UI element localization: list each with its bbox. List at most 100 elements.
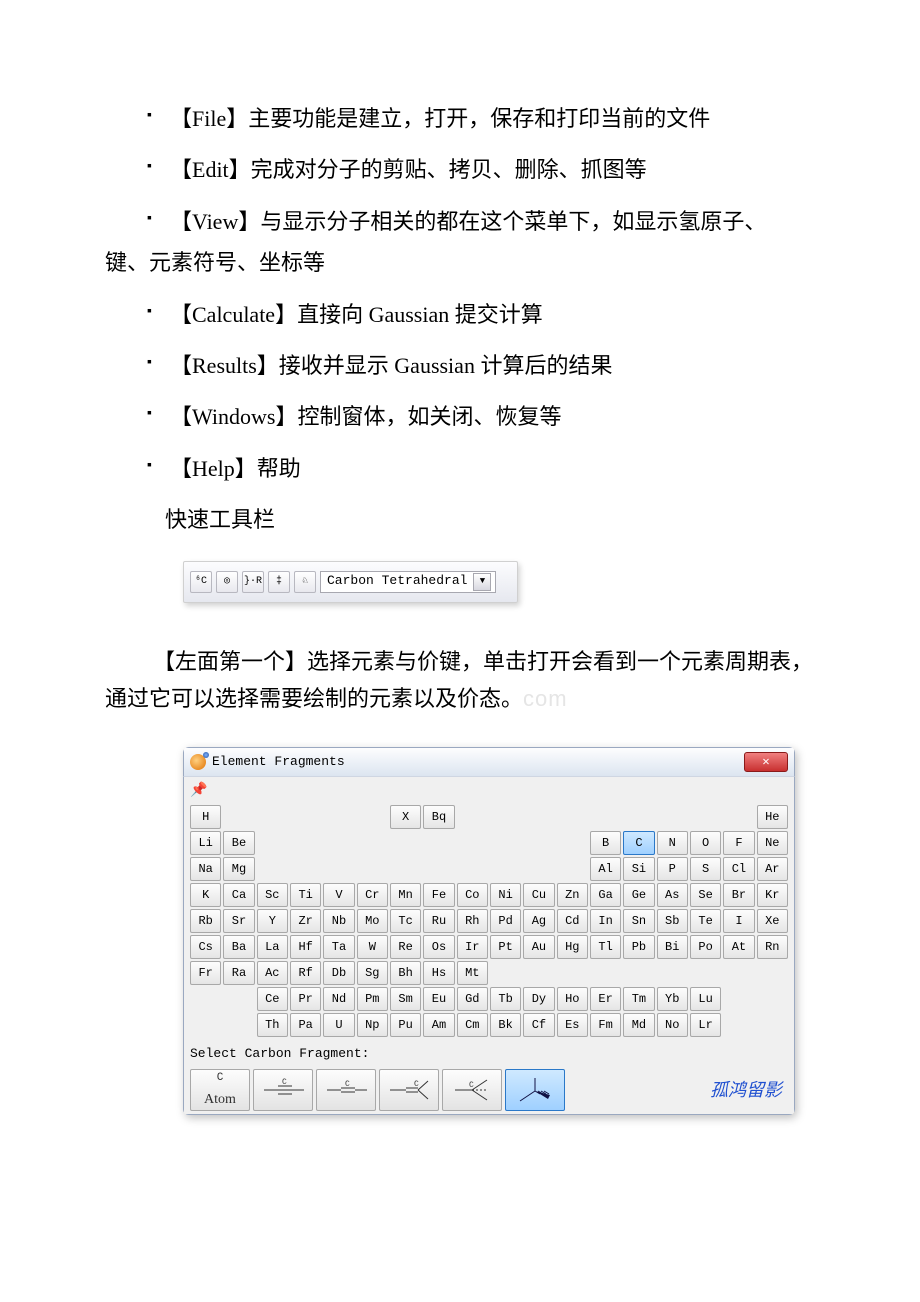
element-V[interactable]: V <box>323 883 354 907</box>
pin-icon[interactable]: 📌 <box>190 783 208 801</box>
element-Np[interactable]: Np <box>357 1013 388 1037</box>
element-Ru[interactable]: Ru <box>423 909 454 933</box>
element-Sm[interactable]: Sm <box>390 987 421 1011</box>
rgroup-button[interactable]: }·R <box>242 571 264 593</box>
element-Sb[interactable]: Sb <box>657 909 688 933</box>
element-Cd[interactable]: Cd <box>557 909 588 933</box>
element-At[interactable]: At <box>723 935 754 959</box>
element-Y[interactable]: Y <box>257 909 288 933</box>
element-P[interactable]: P <box>657 857 688 881</box>
element-B[interactable]: B <box>590 831 621 855</box>
element-Ca[interactable]: Ca <box>223 883 254 907</box>
element-Ge[interactable]: Ge <box>623 883 654 907</box>
fragment-sp2[interactable]: C <box>379 1069 439 1111</box>
element-As[interactable]: As <box>657 883 688 907</box>
element-Sn[interactable]: Sn <box>623 909 654 933</box>
element-Eu[interactable]: Eu <box>423 987 454 1011</box>
element-Fm[interactable]: Fm <box>590 1013 621 1037</box>
element-Cf[interactable]: Cf <box>523 1013 554 1037</box>
element-C[interactable]: C <box>623 831 654 855</box>
biopolymer-button[interactable]: ‡ <box>268 571 290 593</box>
element-U[interactable]: U <box>323 1013 354 1037</box>
element-Mt[interactable]: Mt <box>457 961 488 985</box>
fragment-atom[interactable]: C Atom <box>190 1069 250 1111</box>
element-He[interactable]: He <box>757 805 788 829</box>
element-Zr[interactable]: Zr <box>290 909 321 933</box>
element-Bq[interactable]: Bq <box>423 805 454 829</box>
element-Be[interactable]: Be <box>223 831 254 855</box>
fragment-button[interactable]: ♘ <box>294 571 316 593</box>
element-Lu[interactable]: Lu <box>690 987 721 1011</box>
element-Cr[interactable]: Cr <box>357 883 388 907</box>
element-Mg[interactable]: Mg <box>223 857 254 881</box>
fragment-tetrahedral[interactable] <box>505 1069 565 1111</box>
element-Lr[interactable]: Lr <box>690 1013 721 1037</box>
element-Ta[interactable]: Ta <box>323 935 354 959</box>
element-Pa[interactable]: Pa <box>290 1013 321 1037</box>
element-Hg[interactable]: Hg <box>557 935 588 959</box>
element-Sc[interactable]: Sc <box>257 883 288 907</box>
element-Rf[interactable]: Rf <box>290 961 321 985</box>
element-Ra[interactable]: Ra <box>223 961 254 985</box>
element-Te[interactable]: Te <box>690 909 721 933</box>
element-In[interactable]: In <box>590 909 621 933</box>
element-La[interactable]: La <box>257 935 288 959</box>
element-Os[interactable]: Os <box>423 935 454 959</box>
element-Si[interactable]: Si <box>623 857 654 881</box>
element-Tb[interactable]: Tb <box>490 987 521 1011</box>
element-Fe[interactable]: Fe <box>423 883 454 907</box>
element-Mo[interactable]: Mo <box>357 909 388 933</box>
element-X[interactable]: X <box>390 805 421 829</box>
element-Cm[interactable]: Cm <box>457 1013 488 1037</box>
element-N[interactable]: N <box>657 831 688 855</box>
element-Au[interactable]: Au <box>523 935 554 959</box>
element-Pt[interactable]: Pt <box>490 935 521 959</box>
fragment-triple-bond[interactable]: C <box>253 1069 313 1111</box>
element-picker-button[interactable]: ⁶C <box>190 571 212 593</box>
element-Se[interactable]: Se <box>690 883 721 907</box>
element-Li[interactable]: Li <box>190 831 221 855</box>
element-Bk[interactable]: Bk <box>490 1013 521 1037</box>
element-Es[interactable]: Es <box>557 1013 588 1037</box>
element-Po[interactable]: Po <box>690 935 721 959</box>
element-Cl[interactable]: Cl <box>723 857 754 881</box>
element-Dy[interactable]: Dy <box>523 987 554 1011</box>
element-Pd[interactable]: Pd <box>490 909 521 933</box>
element-Cu[interactable]: Cu <box>523 883 554 907</box>
element-O[interactable]: O <box>690 831 721 855</box>
element-Rh[interactable]: Rh <box>457 909 488 933</box>
element-Yb[interactable]: Yb <box>657 987 688 1011</box>
element-Al[interactable]: Al <box>590 857 621 881</box>
element-Ho[interactable]: Ho <box>557 987 588 1011</box>
element-Rn[interactable]: Rn <box>757 935 788 959</box>
element-Ti[interactable]: Ti <box>290 883 321 907</box>
element-Nd[interactable]: Nd <box>323 987 354 1011</box>
element-H[interactable]: H <box>190 805 221 829</box>
element-Pb[interactable]: Pb <box>623 935 654 959</box>
element-Nb[interactable]: Nb <box>323 909 354 933</box>
element-Ce[interactable]: Ce <box>257 987 288 1011</box>
element-Ir[interactable]: Ir <box>457 935 488 959</box>
element-Ba[interactable]: Ba <box>223 935 254 959</box>
element-Pm[interactable]: Pm <box>357 987 388 1011</box>
element-Ac[interactable]: Ac <box>257 961 288 985</box>
element-Am[interactable]: Am <box>423 1013 454 1037</box>
element-F[interactable]: F <box>723 831 754 855</box>
ring-button[interactable]: ◎ <box>216 571 238 593</box>
element-Xe[interactable]: Xe <box>757 909 788 933</box>
element-Ar[interactable]: Ar <box>757 857 788 881</box>
element-Re[interactable]: Re <box>390 935 421 959</box>
close-button[interactable]: ✕ <box>744 752 788 772</box>
element-Fr[interactable]: Fr <box>190 961 221 985</box>
element-Na[interactable]: Na <box>190 857 221 881</box>
fragment-double-bond[interactable]: C <box>316 1069 376 1111</box>
element-Hf[interactable]: Hf <box>290 935 321 959</box>
fragment-dropdown[interactable]: Carbon Tetrahedral ▼ <box>320 571 496 593</box>
element-K[interactable]: K <box>190 883 221 907</box>
element-Th[interactable]: Th <box>257 1013 288 1037</box>
element-Ne[interactable]: Ne <box>757 831 788 855</box>
element-Er[interactable]: Er <box>590 987 621 1011</box>
element-Mn[interactable]: Mn <box>390 883 421 907</box>
element-W[interactable]: W <box>357 935 388 959</box>
element-Sg[interactable]: Sg <box>357 961 388 985</box>
